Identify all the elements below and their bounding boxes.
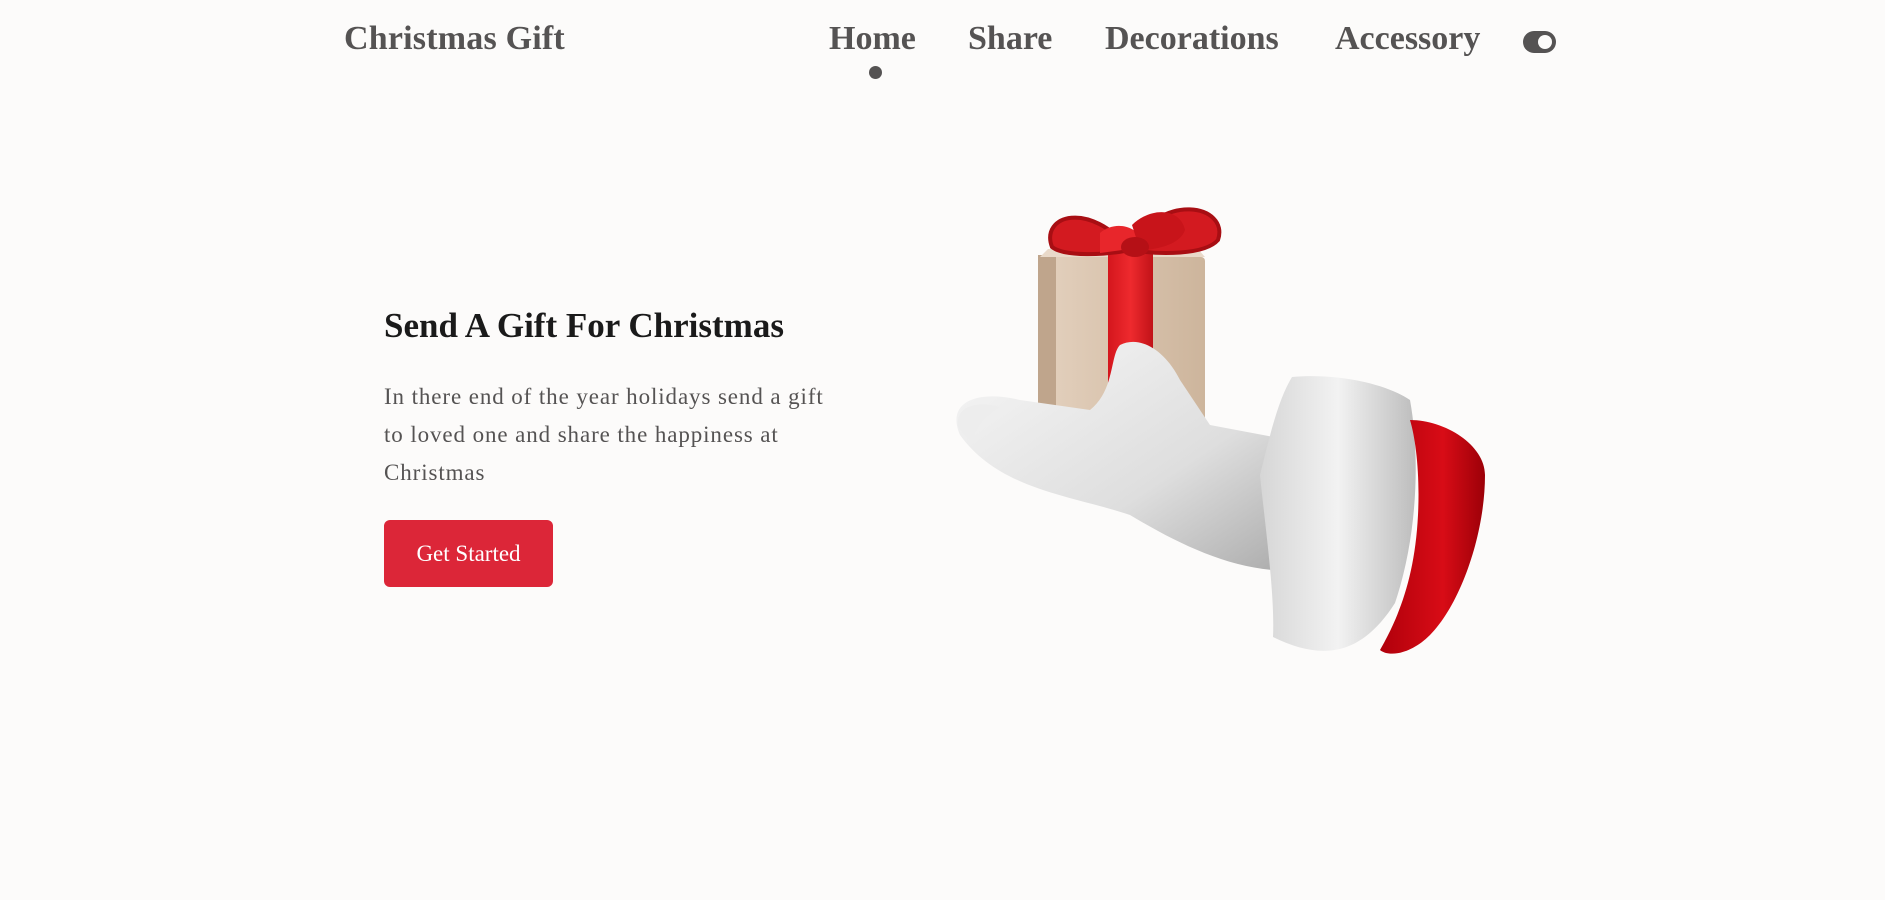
hero-title: Send A Gift For Christmas bbox=[384, 306, 784, 345]
santa-hand-holding-gift-icon bbox=[956, 207, 1485, 654]
nav-item-home[interactable]: Home bbox=[829, 20, 916, 58]
hero-description: In there end of the year holidays send a… bbox=[384, 384, 824, 485]
fur-cuff bbox=[1260, 376, 1416, 651]
theme-toggle-icon[interactable] bbox=[1523, 31, 1556, 53]
brand-logo[interactable]: Christmas Gift bbox=[344, 20, 565, 58]
toggle-knob bbox=[1538, 35, 1552, 49]
page: Christmas Gift Home Share Decorations Ac… bbox=[0, 0, 1885, 900]
active-nav-indicator bbox=[869, 66, 882, 79]
get-started-button[interactable]: Get Started bbox=[384, 520, 553, 587]
nav-item-accessory[interactable]: Accessory bbox=[1335, 20, 1480, 58]
nav-item-decorations[interactable]: Decorations bbox=[1105, 20, 1279, 58]
nav-item-share[interactable]: Share bbox=[968, 20, 1052, 58]
glove bbox=[956, 341, 1300, 571]
